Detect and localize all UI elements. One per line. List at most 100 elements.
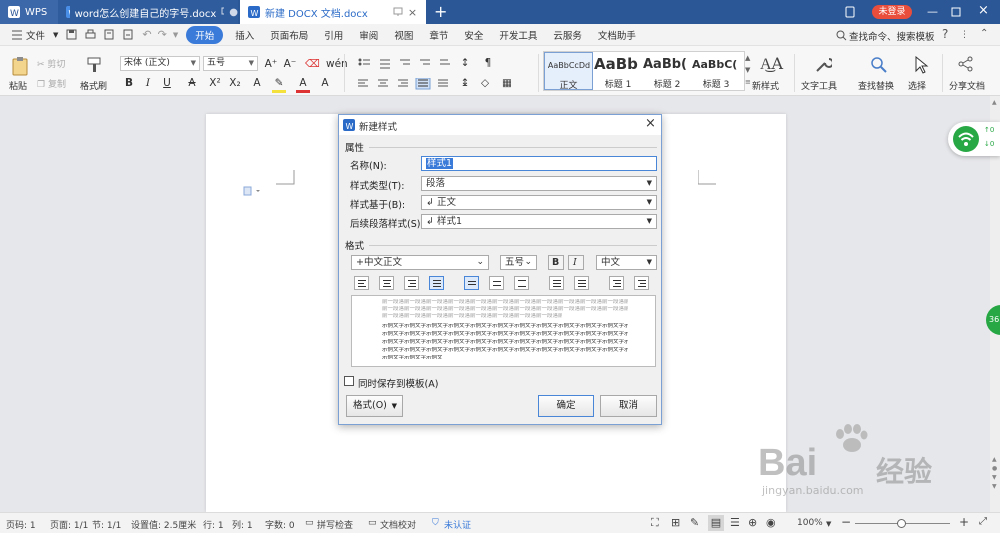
unverified-label[interactable]: 未认证 [444,518,471,531]
style-based-select[interactable]: ↲ 正文 ▼ [421,195,657,210]
tab-home[interactable]: 开始 [186,25,224,44]
underline-button[interactable]: U [160,76,174,90]
select-button[interactable]: 选择 [908,79,926,92]
bold-button[interactable]: B [122,76,136,90]
minimize-icon[interactable]: — [927,5,938,18]
network-widget[interactable]: ↑0 ↓0 [948,122,1000,156]
undo-icon[interactable]: ↶ [142,28,151,41]
align-center-button[interactable] [379,276,394,290]
tab-security[interactable]: 安全 [456,28,491,42]
hamburger-icon[interactable] [12,30,24,40]
zoom-slider-handle[interactable] [897,519,906,528]
font-color-icon[interactable]: A [296,76,310,93]
sort-icon[interactable]: ↕ [458,56,472,70]
tab-doc-assistant[interactable]: 文档助手 [590,28,644,42]
new-style-icon[interactable]: A͜A [760,54,783,74]
print-icon[interactable] [85,29,96,40]
show-marks-icon[interactable]: ¶ [481,56,495,70]
ok-button[interactable]: 确定 [538,395,594,417]
spell-check-icon[interactable]: ▭ [305,518,314,528]
style-heading-1[interactable]: AaBb 标题 1 [594,52,642,90]
text-effect-icon[interactable]: A [250,76,264,90]
format-painter-icon[interactable] [86,56,104,74]
style-normal[interactable]: AaBbCcDd 正文 [544,52,593,91]
new-style-button[interactable]: 新样式 [752,79,779,92]
font-select[interactable]: +中文正文 ⌄ [351,255,489,270]
share-button[interactable]: 分享文档 [949,79,985,92]
phonetic-icon[interactable]: wén [326,57,348,71]
increase-indent-button[interactable] [634,276,649,290]
language-select[interactable]: 中文 ▼ [596,255,657,270]
chevron-down-icon[interactable]: ▼ [53,31,58,39]
status-word-count[interactable]: 字数: 0 [265,518,295,531]
read-mode-icon[interactable]: ⊞ [671,516,680,529]
tab-developer[interactable]: 开发工具 [491,28,545,42]
outline-view-icon[interactable]: ☰ [730,516,740,529]
maximize-icon[interactable] [950,6,962,18]
spell-check-label[interactable]: 拼写检查 [317,518,353,531]
style-type-select[interactable]: 段落 ▼ [421,176,657,191]
alignment-buttons-icon[interactable] [358,78,458,90]
doc-proof-label[interactable]: 文档校对 [380,518,416,531]
highlight-icon[interactable]: ✎ [272,76,286,93]
paste-label[interactable]: 粘贴 [9,79,27,92]
italic-toggle[interactable]: I [568,255,584,270]
close-window-icon[interactable]: × [978,3,989,18]
space-before-button[interactable] [549,276,564,290]
status-page-code[interactable]: 页码: 1 [6,518,36,531]
wps-home-tab[interactable]: W WPS [0,0,58,24]
monitor-icon[interactable] [393,7,403,17]
web-view-icon[interactable]: ⊕ [748,516,757,529]
share-icon[interactable] [958,56,974,72]
write-mode-icon[interactable]: ✎ [690,516,699,529]
new-tab-button[interactable]: + [434,2,447,21]
grow-font-button[interactable]: A⁺ [264,57,278,71]
status-row[interactable]: 行: 1 [203,518,224,531]
tab-dot-icon[interactable]: ● [229,7,238,18]
zoom-in-button[interactable]: + [959,515,969,529]
doc-proof-icon[interactable]: ▭ [368,518,377,528]
save-template-checkbox[interactable] [344,376,354,386]
close-icon[interactable]: × [408,6,417,19]
monitor-icon[interactable] [221,7,225,17]
tab-insert[interactable]: 插入 [227,28,262,42]
font-name-select[interactable]: 宋体 (正文) ▼ [120,56,200,71]
size-select[interactable]: 五号 ⌄ [500,255,537,270]
chevron-down-icon[interactable]: ▼ [173,31,178,39]
zoom-out-button[interactable]: − [841,515,851,529]
double-spacing-button[interactable] [514,276,529,290]
superscript-button[interactable]: X² [206,76,224,90]
find-replace-button[interactable]: 查找替换 [858,79,894,92]
page-view-icon[interactable]: ▤ [708,515,724,531]
italic-button[interactable]: I [141,76,155,90]
status-setting[interactable]: 设置值: 2.5厘米 [131,518,196,531]
tab-doc-1[interactable]: W word怎么创建自己的字号.docx ● [58,0,238,24]
strikethrough-button[interactable]: A [185,76,199,90]
list-buttons-icon[interactable] [358,58,458,70]
align-left-button[interactable] [354,276,369,290]
tab-view[interactable]: 视图 [386,28,421,42]
style-heading-2[interactable]: AaBb( 标题 2 [643,52,691,90]
tab-chapter[interactable]: 章节 [421,28,456,42]
shrink-font-button[interactable]: A⁻ [283,57,297,71]
search-icon[interactable] [836,30,847,41]
justify-button[interactable] [429,276,444,290]
login-badge[interactable]: 未登录 [872,5,912,19]
subscript-button[interactable]: X₂ [226,76,244,90]
search-commands[interactable]: 查找命令、搜索模板 [849,29,935,43]
paragraph-handle-icon[interactable] [243,186,263,196]
fullscreen-icon[interactable]: ⛶ [651,516,659,530]
line-spacing-icon[interactable]: ↨ [458,76,472,90]
wrench-icon[interactable] [814,56,832,74]
collapse-ribbon-icon[interactable]: ⌃ [980,28,988,39]
tab-page-layout[interactable]: 页面布局 [262,28,316,42]
tab-doc-2[interactable]: W 新建 DOCX 文档.docx × [240,0,426,24]
save-template-label[interactable]: 同时保存到模板(A) [358,376,438,390]
one-half-spacing-button[interactable] [489,276,504,290]
next-style-select[interactable]: ↲ 样式1 ▼ [421,214,657,229]
find-icon[interactable] [870,56,888,74]
text-tools-button[interactable]: 文字工具 [801,79,837,92]
copy-button[interactable]: ❐ 复制 [37,77,66,90]
paste-icon[interactable] [10,56,30,76]
help-icon[interactable]: ? [942,27,948,41]
